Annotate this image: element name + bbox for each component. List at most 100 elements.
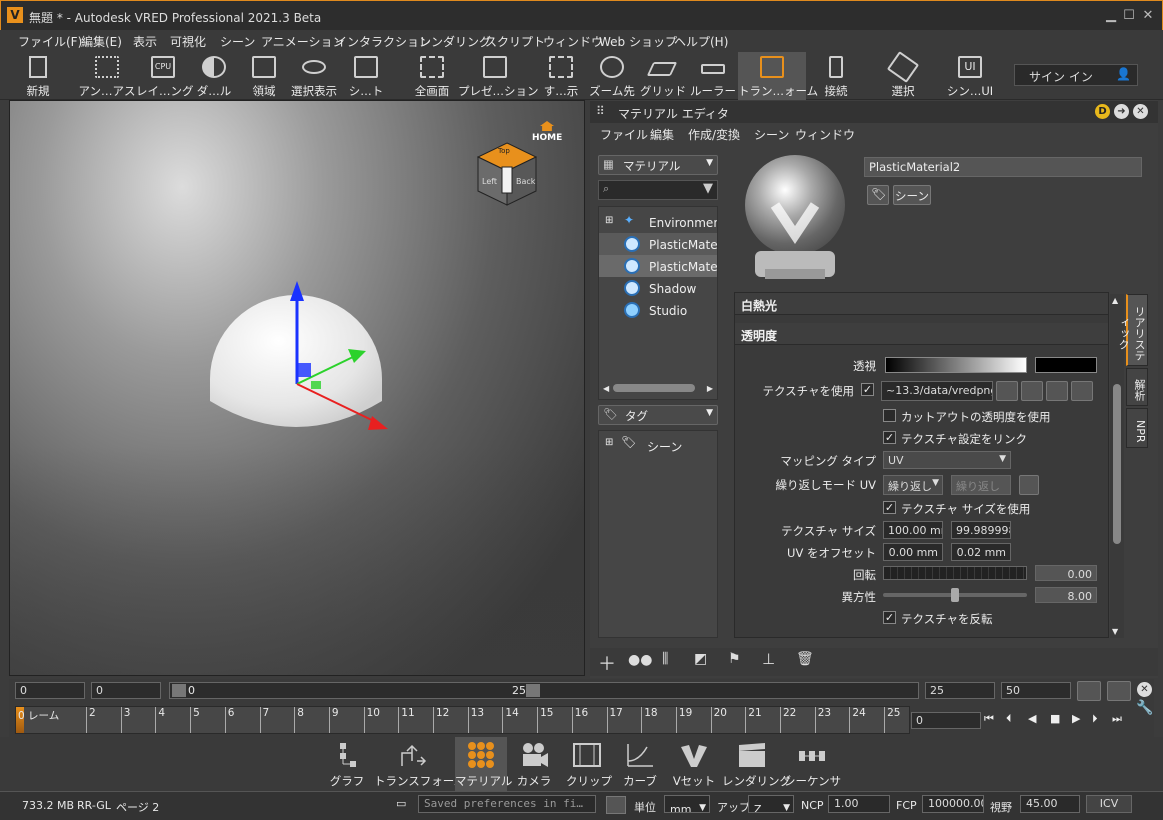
xz-plane-handle[interactable]: [311, 381, 321, 389]
timeline-close-icon[interactable]: ✕: [1137, 682, 1152, 697]
use-texture-size-checkbox[interactable]: ✓: [883, 501, 896, 514]
transform-button[interactable]: トラン…ォーム: [738, 52, 818, 100]
timeline-spin-current[interactable]: 0: [91, 682, 161, 699]
icv-button[interactable]: ICV: [1086, 795, 1132, 813]
menu-webshop[interactable]: Web ショップ: [599, 33, 677, 50]
menu-file[interactable]: ファイル(F): [18, 33, 82, 50]
me-menu-file[interactable]: ファイル: [600, 126, 648, 143]
vset-module-icon[interactable]: [679, 741, 709, 769]
terminal-icon[interactable]: ▭: [396, 797, 406, 810]
trash-icon[interactable]: 🗑: [796, 651, 814, 667]
menu-script[interactable]: スクリプト: [485, 33, 545, 50]
show-selection-button[interactable]: 選択表示: [287, 52, 341, 100]
x-axis-arrow[interactable]: [368, 416, 388, 430]
scene-tag-button[interactable]: シーン: [893, 185, 931, 205]
timeline-length-field[interactable]: 50: [1001, 682, 1071, 699]
texture-size-u-field[interactable]: 100.00 mm: [883, 521, 943, 539]
folder-icon[interactable]: [996, 381, 1018, 401]
tree-hscrollbar[interactable]: ◀ ▶: [603, 383, 713, 393]
filter-icon[interactable]: ▼: [703, 181, 713, 196]
zoom-to-button[interactable]: ズーム先: [588, 52, 636, 100]
tree-item-plastic2[interactable]: PlasticMateri: [599, 255, 717, 277]
3d-viewport[interactable]: HOME Top Left Back: [9, 100, 585, 676]
expand-plus-icon[interactable]: ⊞: [605, 215, 613, 226]
panel-close-icon[interactable]: ✕: [1133, 104, 1148, 119]
undock-arrow-icon[interactable]: ➜: [1114, 104, 1129, 119]
grid-button[interactable]: グリッド: [640, 52, 686, 100]
anisotropy-slider-thumb[interactable]: [951, 588, 959, 602]
dark-button[interactable]: ダ…ル: [192, 52, 236, 100]
ruler-button[interactable]: ルーラー: [690, 52, 736, 100]
timeline-end-field[interactable]: 25: [925, 682, 995, 699]
stop-icon[interactable]: ■: [1050, 712, 1060, 725]
sequencer-module-icon[interactable]: [797, 741, 827, 769]
rotate-value-field[interactable]: 0.00: [1035, 565, 1097, 581]
transparency-color-swatch[interactable]: [1035, 357, 1097, 373]
assign-icon[interactable]: ◩: [694, 651, 707, 667]
graph-icon[interactable]: [332, 741, 362, 769]
material-module-icon[interactable]: [466, 741, 496, 769]
clear-icon[interactable]: [606, 796, 626, 814]
maximize-icon[interactable]: ☐: [1122, 9, 1136, 23]
use-texture-checkbox[interactable]: ✓: [861, 383, 874, 396]
connect-button[interactable]: 接続: [818, 52, 854, 100]
viewcube-back[interactable]: Back: [516, 177, 535, 186]
unit-select[interactable]: mm ▼: [664, 795, 710, 813]
up-axis-select[interactable]: Z ▼: [748, 795, 794, 813]
z-axis-arrow[interactable]: [290, 281, 304, 301]
tag-button[interactable]: 🏷: [867, 185, 889, 205]
close-icon[interactable]: ✕: [1141, 9, 1155, 23]
anno-button[interactable]: アン…アス: [78, 52, 136, 100]
xy-plane-handle[interactable]: [297, 363, 311, 377]
viewcube-left[interactable]: Left: [482, 177, 497, 186]
save-icon[interactable]: [1021, 381, 1043, 401]
scene-ui-button[interactable]: UI シン…UI: [944, 52, 996, 100]
anisotropy-value-field[interactable]: 8.00: [1035, 587, 1097, 603]
tree-item-environments[interactable]: ⊞✦Environments: [599, 211, 717, 233]
me-menu-edit[interactable]: 編集: [650, 126, 674, 143]
mapping-type-select[interactable]: UV ▼: [883, 451, 1011, 469]
material-filter-combo[interactable]: ▦ マテリアル ▼: [598, 155, 718, 175]
curve-module-icon[interactable]: [625, 741, 655, 769]
play-back-icon[interactable]: ◀: [1028, 712, 1036, 725]
section-incandescence[interactable]: 白熱光: [735, 293, 1108, 315]
wrench-icon[interactable]: 🔧: [1136, 700, 1153, 716]
material-search-input[interactable]: ⌕ ▼: [598, 180, 718, 200]
expand-plus-icon[interactable]: ⊞: [605, 437, 613, 448]
minimize-icon[interactable]: ▁: [1104, 9, 1118, 23]
raytracing-button[interactable]: CPU レイ…ング: [136, 52, 194, 100]
uv-offset-u-field[interactable]: 0.00 mm: [883, 543, 943, 561]
tab-npr[interactable]: NPR: [1126, 408, 1148, 448]
current-frame-field[interactable]: 0: [911, 712, 981, 729]
material-name-field[interactable]: PlasticMaterial2: [864, 157, 1142, 177]
flag-icon[interactable]: ⚑: [728, 651, 741, 667]
lock-icon[interactable]: [1019, 475, 1039, 495]
add-icon[interactable]: ＋: [598, 650, 616, 676]
fov-field[interactable]: 45.00: [1020, 795, 1080, 813]
key-icon[interactable]: [1077, 681, 1101, 701]
tree-item-shadow[interactable]: Shadow: [599, 277, 717, 299]
me-menu-scene[interactable]: シーン: [754, 126, 789, 143]
texture-path-field[interactable]: ~13.3/data/vredpng: [881, 381, 993, 401]
last-frame-icon[interactable]: ⏭: [1112, 712, 1122, 726]
sheet-button[interactable]: シ…ト: [344, 52, 388, 100]
tab-realistic[interactable]: リアリスティック: [1117, 294, 1148, 366]
me-menu-window[interactable]: ウィンドウ: [795, 126, 855, 143]
menu-view[interactable]: 表示: [133, 33, 157, 50]
repeat-mode-u-select[interactable]: 繰り返し ▼: [883, 475, 943, 495]
link-texture-checkbox[interactable]: ✓: [883, 431, 896, 444]
menu-help[interactable]: ヘルプ(H): [674, 33, 728, 50]
group-icon[interactable]: ●●: [628, 652, 652, 668]
tag-combo[interactable]: 🏷 タグ ▼: [598, 405, 718, 425]
switch-icon[interactable]: ⫼: [662, 651, 668, 667]
timeline-ruler[interactable]: 0 レーム 2 3 4 5 6 7 8 9 10 11 12 13 14 15 16 17 18 19 20 21 22…: [15, 706, 910, 734]
section-transparency[interactable]: 透明度: [735, 323, 1108, 345]
transform-module-icon[interactable]: [397, 741, 427, 769]
broom-icon[interactable]: ⊥: [762, 650, 775, 668]
show-all-button[interactable]: す…示: [540, 52, 582, 100]
cutout-checkbox[interactable]: [883, 409, 896, 422]
menu-edit[interactable]: 編集(E): [81, 33, 122, 50]
menu-rendering[interactable]: レンダリング: [419, 33, 491, 50]
camera-module-icon[interactable]: [519, 741, 549, 769]
reload-icon[interactable]: [1046, 381, 1068, 401]
